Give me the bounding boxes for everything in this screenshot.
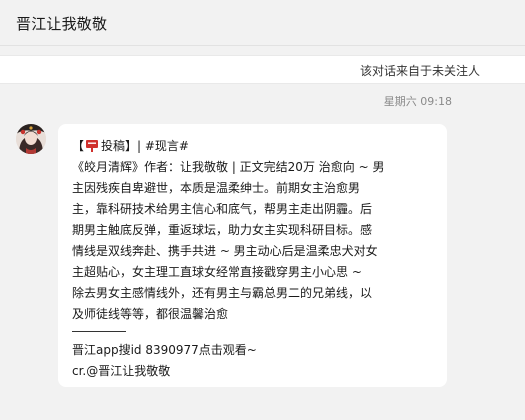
message-line-7: 除去男女主感情线外，还有男主与霸总男二的兄弟线，以 (72, 286, 373, 300)
tag-label: 投稿】| #现言# (101, 139, 189, 153)
message-line-1: 《皎月清辉》作者：让我敬敬 | 正文完结20万 治愈向 ~ 男 (72, 160, 385, 174)
message-tag-line: 【 投稿】| #现言# (72, 136, 433, 157)
message-divider (72, 331, 126, 332)
message-footer-search-hint: 晋江app搜id 8390977点击观看~ (72, 343, 257, 357)
message-bubble[interactable]: 【 投稿】| #现言# 《皎月清辉》作者：让我敬敬 | 正文完结20万 治愈向 ~… (58, 124, 447, 387)
message-line-2: 主因残疾自卑避世，本质是温柔绅士。前期女主治愈男 (72, 181, 361, 195)
red-mailbox-icon (85, 138, 99, 152)
sender-avatar[interactable] (16, 124, 46, 154)
chat-header: 晋江让我敬敬 (0, 0, 525, 46)
avatar-image (16, 124, 46, 154)
message-line-5: 情线是双线奔赴、携手共进 ~ 男主动心后是温柔忠犬对女 (72, 244, 378, 258)
unfollowed-notice-text: 该对话来自于未关注人 (359, 64, 480, 78)
message-line-4: 期男主触底反弹，重返球坛，助力女主实现科研目标。感 (72, 223, 373, 237)
chat-title: 晋江让我敬敬 (16, 15, 108, 33)
message-footer-credit: cr.@晋江让我敬敬 (72, 364, 171, 378)
tag-open-bracket: 【 (72, 139, 85, 153)
message-line-6: 主超贴心，女主理工直球女经常直接戳穿男主小心思 ~ (72, 265, 362, 279)
unfollowed-notice-banner: 该对话来自于未关注人 (0, 55, 525, 84)
message-line-3: 主，靠科研技术给男主信心和底气，帮男主走出阴霾。后 (72, 202, 373, 216)
message-line-8: 及师徒线等等，都很温馨治愈 (72, 307, 229, 321)
message-timestamp: 星期六 09:18 (383, 95, 452, 108)
